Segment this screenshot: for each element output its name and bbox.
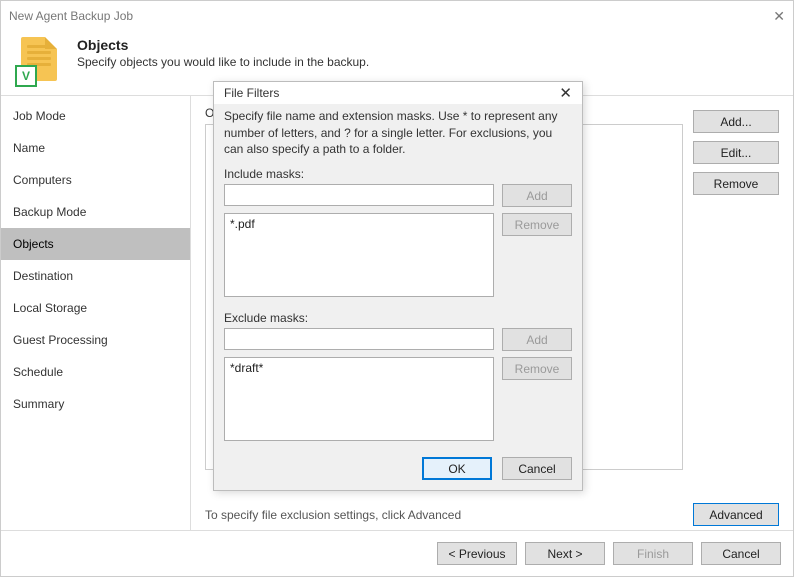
remove-button[interactable]: Remove [693, 172, 779, 195]
window-title: New Agent Backup Job [9, 9, 133, 23]
next-button[interactable]: Next > [525, 542, 605, 565]
sidebar-step-summary[interactable]: Summary [1, 388, 190, 420]
advanced-hint: To specify file exclusion settings, clic… [205, 508, 461, 522]
sidebar-step-schedule[interactable]: Schedule [1, 356, 190, 388]
veeam-badge-icon: V [15, 65, 37, 87]
include-mask-item[interactable]: *.pdf [230, 217, 488, 231]
dialog-cancel-button[interactable]: Cancel [502, 457, 572, 480]
page-subtitle: Specify objects you would like to includ… [77, 55, 369, 69]
include-add-button[interactable]: Add [502, 184, 572, 207]
edit-button[interactable]: Edit... [693, 141, 779, 164]
include-mask-input[interactable] [224, 184, 494, 206]
dialog-body: Specify file name and extension masks. U… [214, 104, 582, 449]
dialog-titlebar: File Filters ✕ [214, 82, 582, 104]
sidebar-step-computers[interactable]: Computers [1, 164, 190, 196]
object-action-buttons: Add... Edit... Remove [693, 110, 779, 195]
include-label: Include masks: [224, 167, 572, 181]
sidebar-step-objects[interactable]: Objects [1, 228, 190, 260]
page-title: Objects [77, 37, 369, 53]
exclude-mask-list[interactable]: *draft* [224, 357, 494, 441]
sidebar-step-job-mode[interactable]: Job Mode [1, 100, 190, 132]
dialog-footer: OK Cancel [214, 449, 582, 490]
sidebar-step-guest-processing[interactable]: Guest Processing [1, 324, 190, 356]
sidebar-step-name[interactable]: Name [1, 132, 190, 164]
exclude-add-button[interactable]: Add [502, 328, 572, 351]
sidebar-step-local-storage[interactable]: Local Storage [1, 292, 190, 324]
dialog-close-icon[interactable]: ✕ [559, 84, 572, 102]
previous-button[interactable]: < Previous [437, 542, 517, 565]
exclude-mask-input[interactable] [224, 328, 494, 350]
titlebar: New Agent Backup Job ✕ [1, 1, 793, 31]
cancel-button[interactable]: Cancel [701, 542, 781, 565]
wizard-window: New Agent Backup Job ✕ V Objects Specify… [0, 0, 794, 577]
include-remove-button[interactable]: Remove [502, 213, 572, 236]
sidebar-step-destination[interactable]: Destination [1, 260, 190, 292]
step-sidebar: Job ModeNameComputersBackup ModeObjectsD… [1, 96, 191, 530]
ok-button[interactable]: OK [422, 457, 492, 480]
exclude-label: Exclude masks: [224, 311, 572, 325]
dialog-title: File Filters [224, 86, 279, 100]
add-button[interactable]: Add... [693, 110, 779, 133]
exclude-mask-item[interactable]: *draft* [230, 361, 488, 375]
objects-page-icon: V [15, 37, 63, 85]
finish-button: Finish [613, 542, 693, 565]
exclude-remove-button[interactable]: Remove [502, 357, 572, 380]
dialog-description: Specify file name and extension masks. U… [224, 108, 572, 157]
file-filters-dialog: File Filters ✕ Specify file name and ext… [213, 81, 583, 491]
header-text: Objects Specify objects you would like t… [77, 37, 369, 69]
wizard-footer: < Previous Next > Finish Cancel [1, 530, 793, 576]
close-icon[interactable]: ✕ [755, 8, 785, 25]
advanced-button[interactable]: Advanced [693, 503, 779, 526]
include-mask-list[interactable]: *.pdf [224, 213, 494, 297]
sidebar-step-backup-mode[interactable]: Backup Mode [1, 196, 190, 228]
